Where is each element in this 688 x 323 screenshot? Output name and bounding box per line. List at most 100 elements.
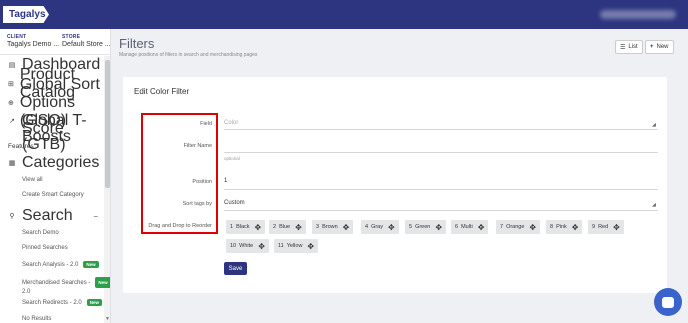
new-badge: New [95,277,110,288]
new-button[interactable]: + New [645,40,674,54]
tagalys-logo[interactable]: Tagalys [3,6,49,23]
tag-number: 1 [230,224,234,230]
sidebar-subitem-create-smart-category[interactable]: Create Smart Category [22,192,84,198]
tag-number: 8 [550,224,554,230]
select-caret-icon: ◢ [652,122,656,128]
store-label: STORE [62,34,81,40]
card-title: Edit Color Filter [134,87,190,96]
move-icon[interactable]: ✥ [613,223,620,232]
collapse-icon[interactable]: − [93,159,98,168]
field-underline [224,129,658,130]
move-icon[interactable]: ✥ [255,223,262,232]
move-icon[interactable]: ✥ [572,223,579,232]
move-icon[interactable]: ✥ [529,223,536,232]
move-icon[interactable]: ✥ [307,242,314,251]
tag-number: 6 [455,224,459,230]
sidebar-subitem-search-demo[interactable]: Search Demo [22,230,59,236]
field-select[interactable]: Color [224,120,238,126]
context-switcher: CLIENT Tagalys Demo ... STORE Default St… [0,29,110,55]
move-icon[interactable]: ✥ [258,242,265,251]
tag-number: 10 [230,243,237,249]
subitem-label-line2: 2.0 [22,289,31,296]
position-underline [224,189,658,190]
sort-tags-underline [224,210,658,211]
tag-name: Gray [371,224,383,230]
filter-name-hint: optional [224,156,240,161]
subitem-label: Search Redirects - 2.0 [22,300,82,307]
page-title: Filters [119,36,155,51]
move-icon[interactable]: ✥ [388,223,395,232]
collapse-icon[interactable]: − [93,212,98,221]
sidebar-item-search[interactable]: ⚲ Search − [0,207,104,224]
client-selector[interactable]: CLIENT Tagalys Demo ... [7,34,59,48]
sidebar-subitem-search-analysis[interactable]: Search Analysis - 2.0 New [22,261,99,268]
user-account-menu[interactable] [600,10,676,19]
select-caret-icon: ◢ [652,202,656,208]
plus-icon: + [650,44,654,50]
tag-chip[interactable]: 4 Gray ✥ [361,220,399,234]
move-icon[interactable]: ✥ [478,223,485,232]
tag-name: White [239,243,254,249]
new-badge: New [83,261,99,268]
scroll-down-arrow-icon[interactable]: ▼ [105,316,110,322]
tag-chip[interactable]: 2 Blue ✥ [269,220,306,234]
tag-chip[interactable]: 1 Black ✥ [226,220,266,234]
dashboard-icon: ▤ [8,62,16,69]
new-badge: New [86,299,102,306]
chat-bubble-icon [662,296,674,308]
tag-number: 11 [278,243,284,249]
tag-number: 5 [409,224,413,230]
sidebar: CLIENT Tagalys Demo ... STORE Default St… [0,29,111,323]
position-input[interactable]: 1 [224,178,227,184]
tag-name: Brown [322,224,338,230]
subitem-label: Search Analysis - 2.0 [22,262,79,269]
page-subtitle: Manage positions of filters in search an… [119,52,258,58]
tag-name: Multi [461,224,473,230]
categories-icon: ▦ [8,160,16,167]
tag-number: 7 [500,224,504,230]
search-icon: ⚲ [9,213,15,220]
tag-name: Black [236,224,250,230]
chat-launcher-button[interactable] [654,288,682,316]
sidebar-subitem-pinned-searches[interactable]: Pinned Searches [22,245,68,251]
move-icon[interactable]: ✥ [295,223,302,232]
tag-chip[interactable]: 3 Brown ✥ [312,220,354,234]
tag-number: 4 [365,224,369,230]
sidebar-subitem-no-results[interactable]: No Results [22,316,51,322]
sort-tags-select[interactable]: Custom [224,200,245,206]
tag-name: Pink [556,224,567,230]
tag-chip[interactable]: 10 White ✥ [226,239,269,253]
list-icon: ☰ [620,44,626,51]
tag-chip[interactable]: 6 Multi ✥ [451,220,489,234]
sidebar-subitem-search-redirects[interactable]: Search Redirects - 2.0 New [22,299,102,306]
tag-name: Green [415,224,431,230]
tag-name: Red [598,224,609,230]
sidebar-subitem-merchandised-searches[interactable]: Merchandised Searches - New 2.0 [22,277,110,297]
sidebar-item-label: Categories [22,154,100,171]
client-value: Tagalys Demo ... [7,41,60,48]
tag-chip[interactable]: 9 Red ✥ [588,220,624,234]
tag-number: 9 [592,224,596,230]
sidebar-item-categories[interactable]: ▦ Categories − [0,154,104,171]
move-icon[interactable]: ✥ [343,223,350,232]
tag-chip[interactable]: 11 Yellow ✥ [274,239,319,253]
subitem-label: Merchandised Searches - [22,280,91,287]
tag-chip[interactable]: 7 Orange ✥ [496,220,541,234]
save-button[interactable]: Save [224,262,247,275]
filter-name-input[interactable] [224,143,658,151]
list-button[interactable]: ☰ List [615,40,643,54]
grid-icon: ⊞ [8,81,14,88]
filter-name-underline [224,152,658,153]
top-bar: Tagalys [0,0,688,29]
tag-number: 2 [273,224,277,230]
tag-chip[interactable]: 5 Green ✥ [405,220,447,234]
store-selector[interactable]: STORE Default Store ... [62,34,111,48]
list-button-label: List [628,44,638,50]
tag-chip[interactable]: 8 Pink ✥ [546,220,583,234]
new-button-label: New [656,44,669,50]
globe-icon: ⊕ [8,100,14,107]
move-icon[interactable]: ✥ [435,223,442,232]
sidebar-item-gso[interactable]: ⊕ Global Sort Options (GSO) [0,76,104,129]
store-value: Default Store ... [62,41,111,48]
client-label: CLIENT [7,34,27,40]
